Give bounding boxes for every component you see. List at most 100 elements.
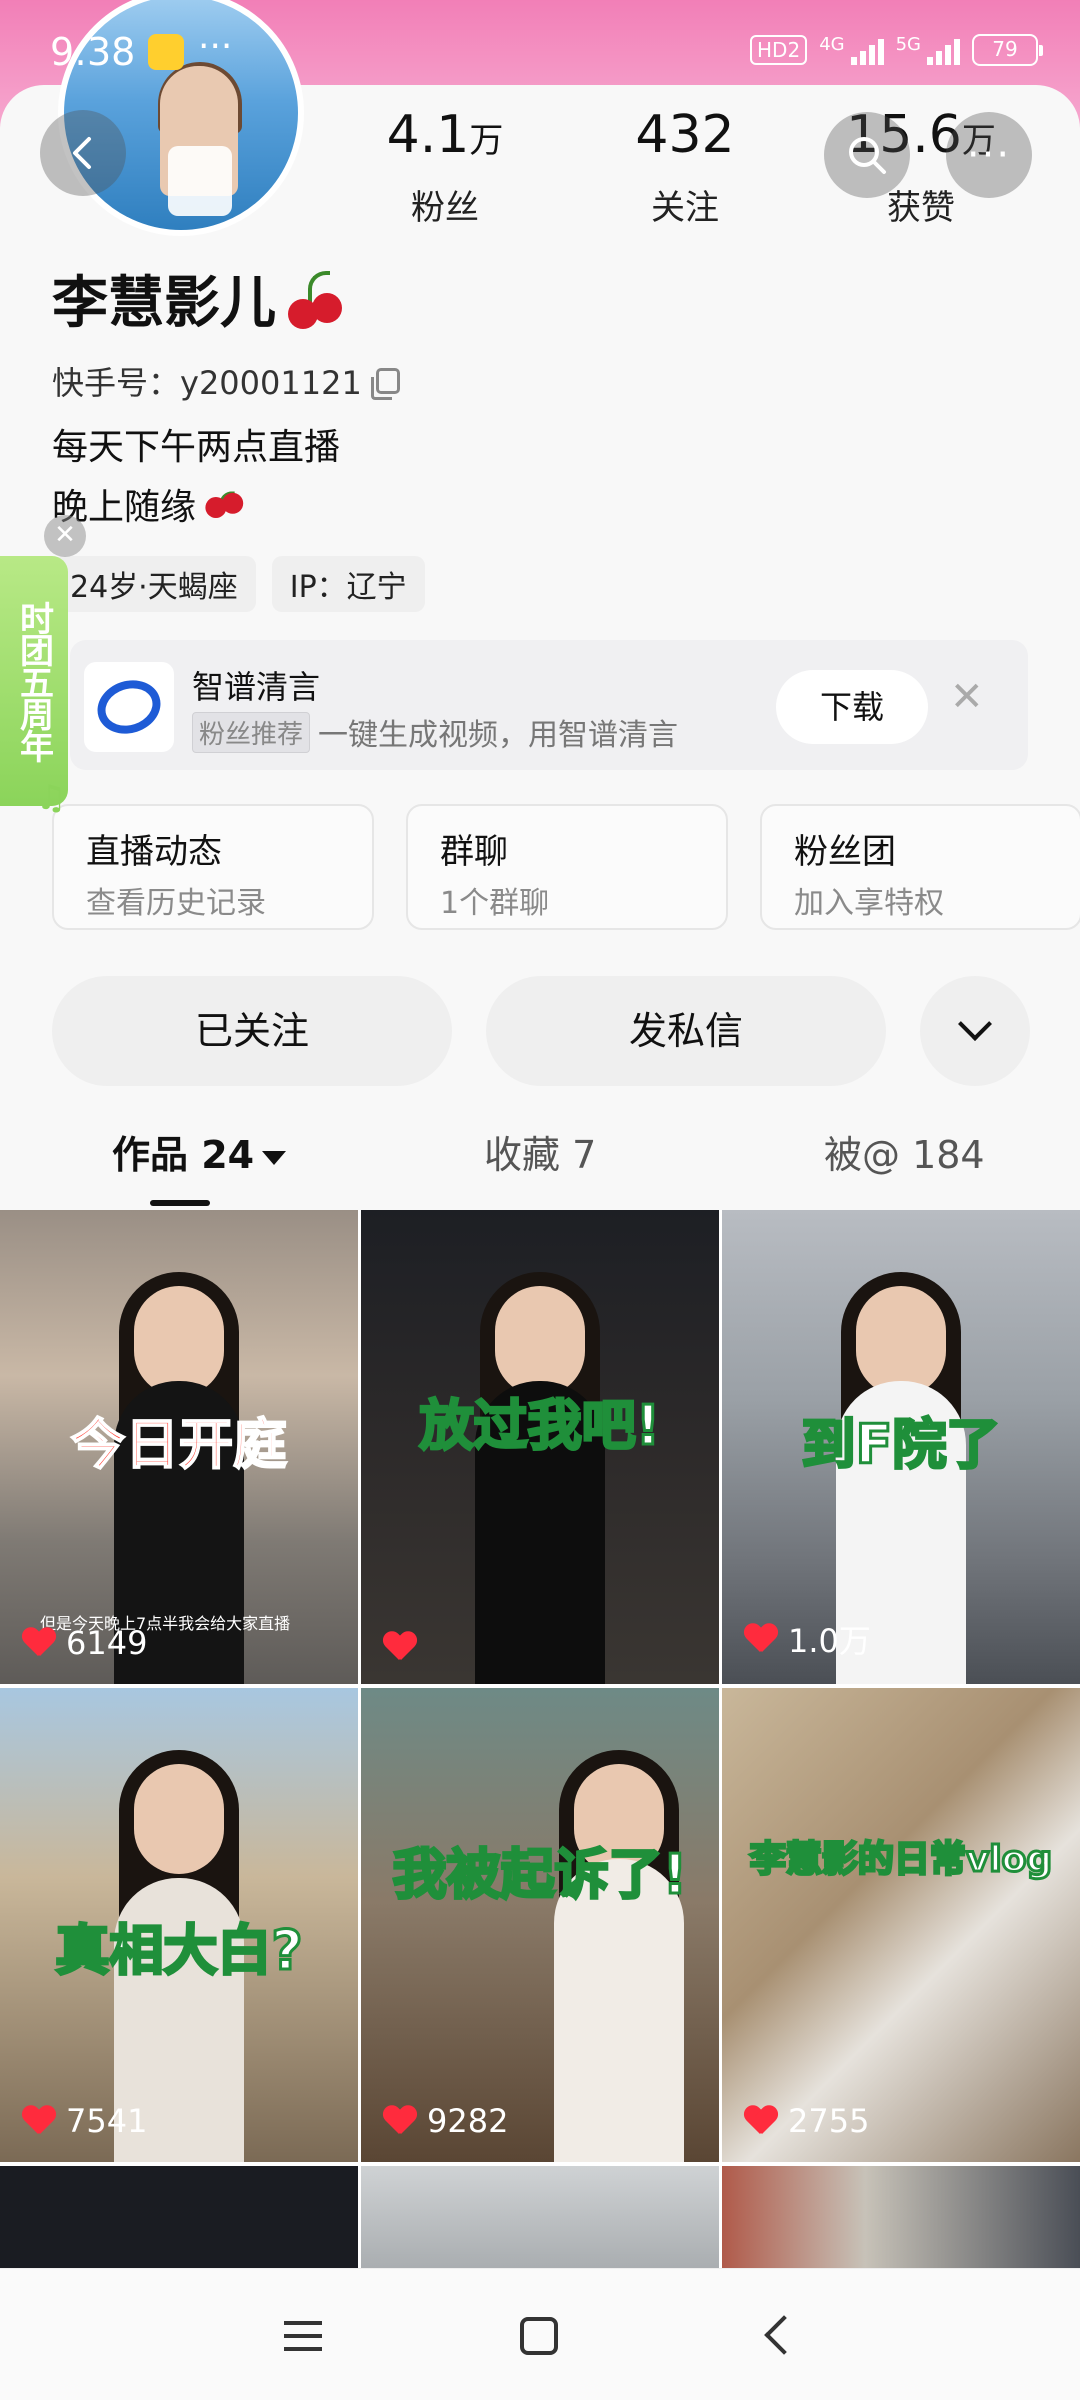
zhipu-logo-icon — [84, 662, 174, 752]
feature-group-title: 群聊 — [440, 832, 508, 872]
video-tile[interactable] — [0, 2166, 358, 2270]
tag-ip[interactable]: IP：辽宁 — [271, 556, 425, 612]
video-tile[interactable]: 放过我吧! — [361, 1210, 719, 1684]
video-likes-count: 2755 — [788, 2102, 870, 2140]
home-icon[interactable] — [520, 2317, 558, 2355]
stat-following[interactable]: 432 关注 — [600, 104, 770, 229]
cherry-icon — [204, 489, 244, 520]
video-thumb — [722, 2166, 1080, 2270]
kuaishou-id[interactable]: 快手号：y20001121 — [52, 358, 400, 404]
ad-banner[interactable]: 智谱清言 粉丝推荐 一键生成视频，用智谱清言 下载 ✕ — [70, 640, 1028, 770]
profile-name-text: 李慧影儿 — [52, 271, 276, 336]
status-time: 9:38 — [50, 30, 136, 74]
video-likes-count: 6149 — [66, 1624, 148, 1662]
video-likes: 6149 — [22, 1624, 147, 1662]
tag-age-text: 24岁·天蝎座 — [70, 570, 238, 605]
feature-live-sub: 查看历史记录 — [86, 886, 266, 921]
stat-followers-label: 粉丝 — [411, 188, 479, 228]
notification-app-icon — [148, 34, 184, 70]
tab-works-label: 作品 24 — [112, 1133, 255, 1177]
ad-subtitle: 粉丝推荐 一键生成视频，用智谱清言 — [192, 710, 678, 754]
video-caption: 到F院了 — [800, 1411, 1002, 1477]
followed-button[interactable]: 已关注 — [52, 976, 452, 1086]
tab-works[interactable]: 作品 24 — [112, 1124, 287, 1179]
system-nav-bar — [0, 2268, 1080, 2400]
video-tile[interactable]: 我被起诉了! 9282 — [361, 1688, 719, 2162]
video-figure-head — [134, 1763, 224, 1874]
back-button[interactable] — [40, 110, 126, 196]
cherry-icon — [286, 267, 346, 331]
more-button[interactable]: ··· — [946, 112, 1032, 198]
video-likes: 7541 — [22, 2102, 147, 2140]
video-grid: 今日开庭 但是今天晚上7点半我会给大家直播 6149 放过我吧! 到F院了 1.… — [0, 1210, 1080, 2270]
video-tile[interactable] — [722, 2166, 1080, 2270]
profile-tags: 24岁·天蝎座 IP：辽宁 — [52, 556, 425, 612]
ad-download-button[interactable]: 下载 — [776, 670, 928, 744]
heart-icon — [744, 1624, 778, 1654]
video-figure-head — [495, 1285, 585, 1396]
feature-live-history[interactable]: 直播动态 查看历史记录 — [52, 804, 374, 930]
heart-icon — [22, 1628, 56, 1658]
video-tile[interactable]: 真相大白? 7541 — [0, 1688, 358, 2162]
battery-icon: 79 — [972, 34, 1043, 66]
badge-close-icon[interactable]: ✕ — [44, 515, 86, 557]
hd-icon: HD2 — [750, 35, 808, 65]
tag-ip-text: IP：辽宁 — [289, 570, 407, 605]
music-note-icon: ♫ — [36, 778, 67, 818]
video-likes: 1.0万 — [744, 1616, 871, 1662]
search-button[interactable] — [824, 112, 910, 198]
feature-group-sub: 1个群聊 — [440, 886, 550, 921]
net-5g-label: 5G — [895, 34, 921, 55]
more-icon: ··· — [966, 132, 1012, 178]
expand-button[interactable] — [920, 976, 1030, 1086]
video-caption: 放过我吧! — [418, 1392, 662, 1458]
video-tile[interactable]: 今日开庭 但是今天晚上7点半我会给大家直播 6149 — [0, 1210, 358, 1684]
video-caption: 李慧影的日常vlog — [748, 1838, 1053, 1882]
video-thumb — [722, 1688, 1080, 2162]
video-tile[interactable] — [361, 2166, 719, 2270]
ad-text: 一键生成视频，用智谱清言 — [318, 718, 679, 753]
tab-active-indicator — [150, 1200, 210, 1206]
status-bar: 9:38 ··· HD2 4G 5G 79 — [0, 0, 1080, 110]
stat-following-label: 关注 — [651, 188, 719, 228]
back-icon[interactable] — [764, 2315, 804, 2355]
feature-fan-sub: 加入享特权 — [794, 886, 944, 921]
tab-favorites[interactable]: 收藏 7 — [484, 1124, 596, 1179]
signal-4g-icon — [850, 35, 884, 65]
copy-icon[interactable] — [370, 368, 400, 400]
video-likes: 2755 — [744, 2102, 869, 2140]
stat-followers[interactable]: 4.1万 粉丝 — [360, 104, 530, 229]
video-figure-head — [856, 1285, 946, 1396]
feature-fan-title: 粉丝团 — [794, 832, 896, 872]
ad-close-icon[interactable]: ✕ — [950, 674, 984, 720]
chevron-down-icon — [958, 1007, 992, 1041]
stat-following-value: 432 — [635, 105, 735, 165]
status-overflow: ··· — [198, 26, 233, 67]
anniversary-badge[interactable]: 时团五周年 — [0, 556, 68, 806]
bio-line-1: 每天下午两点直播 — [52, 418, 340, 470]
feature-fan-club[interactable]: 粉丝团 加入享特权 — [760, 804, 1080, 930]
heart-icon — [22, 2106, 56, 2136]
video-likes: 9282 — [383, 2102, 508, 2140]
tab-mentions[interactable]: 被@ 184 — [824, 1124, 985, 1179]
net-4g-label: 4G — [819, 34, 845, 55]
video-tile[interactable]: 到F院了 1.0万 — [722, 1210, 1080, 1684]
tag-age[interactable]: 24岁·天蝎座 — [52, 556, 256, 612]
video-likes — [383, 1632, 427, 1662]
profile-name: 李慧影儿 — [52, 258, 346, 339]
video-figure-head — [134, 1285, 224, 1396]
message-button[interactable]: 发私信 — [486, 976, 886, 1086]
video-tile[interactable]: 李慧影的日常vlog 2755 — [722, 1688, 1080, 2162]
menu-icon[interactable] — [284, 2321, 322, 2351]
caret-down-icon — [262, 1150, 287, 1165]
kuaishou-id-text: 快手号：y20001121 — [52, 364, 362, 402]
video-caption: 今日开庭 — [70, 1412, 288, 1477]
video-thumb — [361, 2166, 719, 2270]
video-caption: 真相大白? — [54, 1918, 304, 1984]
feature-live-title: 直播动态 — [86, 832, 222, 872]
video-likes-count: 7541 — [66, 2102, 148, 2140]
tab-favorites-label: 收藏 7 — [484, 1133, 597, 1177]
video-likes-count: 9282 — [427, 2102, 509, 2140]
signal-5g-icon — [927, 35, 960, 65]
feature-group-chat[interactable]: 群聊 1个群聊 — [406, 804, 728, 930]
